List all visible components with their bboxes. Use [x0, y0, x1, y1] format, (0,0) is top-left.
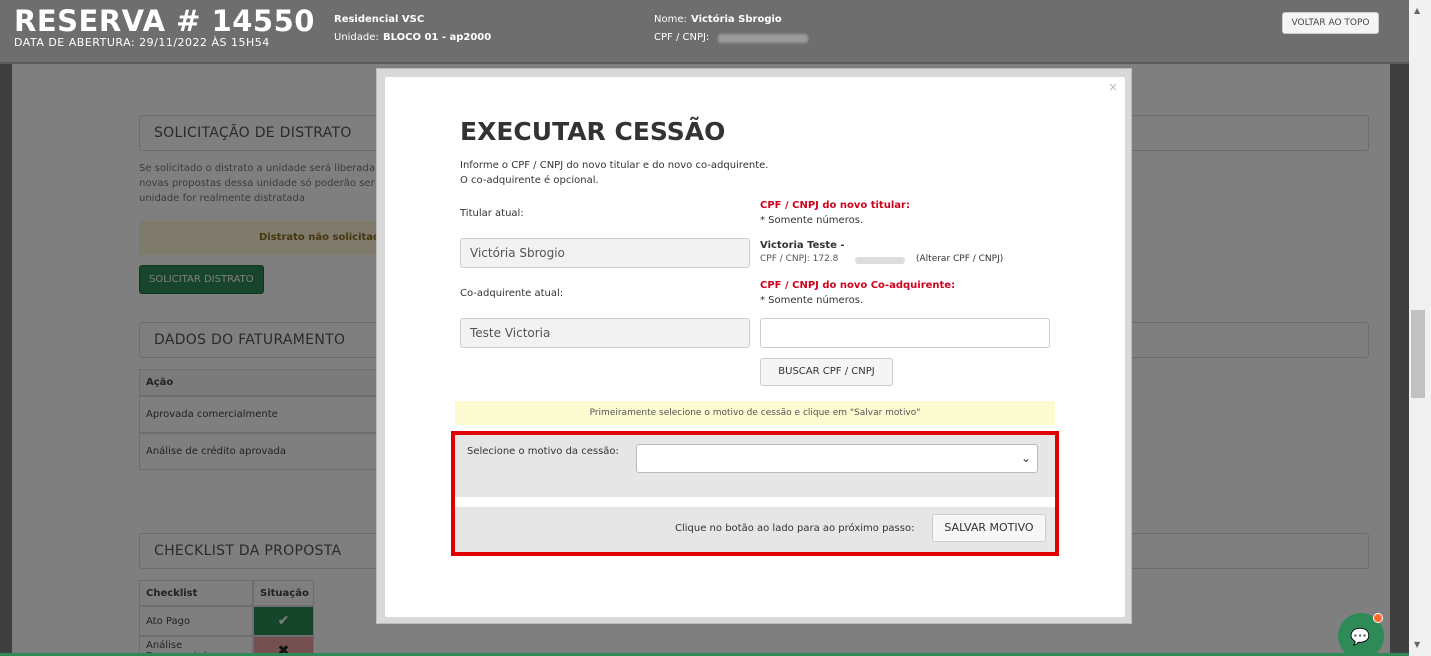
alterar-cpf-link[interactable]: (Alterar CPF / CNPJ) — [916, 252, 1003, 267]
novo-coadq-input[interactable] — [760, 318, 1050, 348]
novo-titular-label: CPF / CNPJ do novo titular: — [760, 200, 910, 211]
reservation-header: RESERVA # 14550 DATA DE ABERTURA: 29/11/… — [0, 0, 1409, 64]
residencial-name: Residencial VSC — [334, 14, 425, 25]
coadq-label: Co-adquirente atual: — [460, 288, 564, 299]
intro-text-2: O co-adquirente é opcional. — [460, 175, 599, 186]
modal-body: × EXECUTAR CESSÃO Informe o CPF / CNPJ d… — [385, 77, 1125, 617]
buscar-cpf-button[interactable]: BUSCAR CPF / CNPJ — [760, 358, 893, 386]
somente-numeros: * Somente números. — [760, 295, 864, 306]
chat-bubble-icon: 💬 — [1350, 627, 1370, 646]
novo-titular-cpf: CPF / CNPJ: 172.8 — [760, 254, 839, 264]
nome-label: Nome: — [654, 14, 687, 25]
motivo-highlight: Selecione o motivo da cessão: ⌄ Clique n… — [451, 431, 1059, 556]
coadq-field: Teste Victoria — [460, 318, 750, 348]
notification-dot — [1373, 613, 1383, 623]
motivo-action-row: Clique no botão ao lado para ao próximo … — [455, 507, 1055, 552]
salvar-motivo-button[interactable]: SALVAR MOTIVO — [932, 514, 1046, 542]
scroll-thumb[interactable] — [1411, 310, 1425, 398]
titular-label: Titular atual: — [460, 208, 524, 219]
intro-text-1: Informe o CPF / CNPJ do novo titular e d… — [460, 160, 769, 171]
close-icon[interactable]: × — [1108, 80, 1118, 94]
titular-field: Victória Sbrogio — [460, 238, 750, 268]
warning-banner: Primeiramente selecione o motivo de cess… — [455, 401, 1055, 425]
unidade-value: BLOCO 01 - ap2000 — [383, 32, 492, 43]
cpf-label: CPF / CNPJ: — [654, 32, 710, 43]
reservation-title: RESERVA # 14550 — [14, 4, 315, 38]
motivo-select[interactable]: ⌄ — [636, 444, 1038, 473]
motivo-hint: Clique no botão ao lado para ao próximo … — [675, 523, 915, 534]
unidade-label: Unidade: — [334, 32, 379, 43]
reservation-date: DATA DE ABERTURA: 29/11/2022 ÀS 15H54 — [14, 36, 270, 49]
nome-value: Victória Sbrogio — [691, 14, 782, 25]
motivo-label: Selecione o motivo da cessão: — [467, 446, 619, 457]
modal-title: EXECUTAR CESSÃO — [460, 117, 726, 146]
novo-titular-name: Victoria Teste - — [760, 240, 845, 251]
scroll-down-icon[interactable]: ▼ — [1414, 640, 1420, 649]
cpf-redacted — [718, 34, 808, 43]
cessao-modal: × EXECUTAR CESSÃO Informe o CPF / CNPJ d… — [376, 68, 1132, 624]
chevron-down-icon: ⌄ — [1020, 451, 1031, 465]
novo-coadq-label: CPF / CNPJ do novo Co-adquirente: — [760, 280, 956, 291]
scroll-up-icon[interactable]: ▲ — [1414, 6, 1420, 15]
back-to-top-button[interactable]: VOLTAR AO TOPO — [1282, 12, 1379, 34]
motivo-row: Selecione o motivo da cessão: ⌄ — [455, 435, 1055, 497]
cpf-redacted — [855, 257, 905, 264]
somente-numeros: * Somente números. — [760, 215, 864, 226]
